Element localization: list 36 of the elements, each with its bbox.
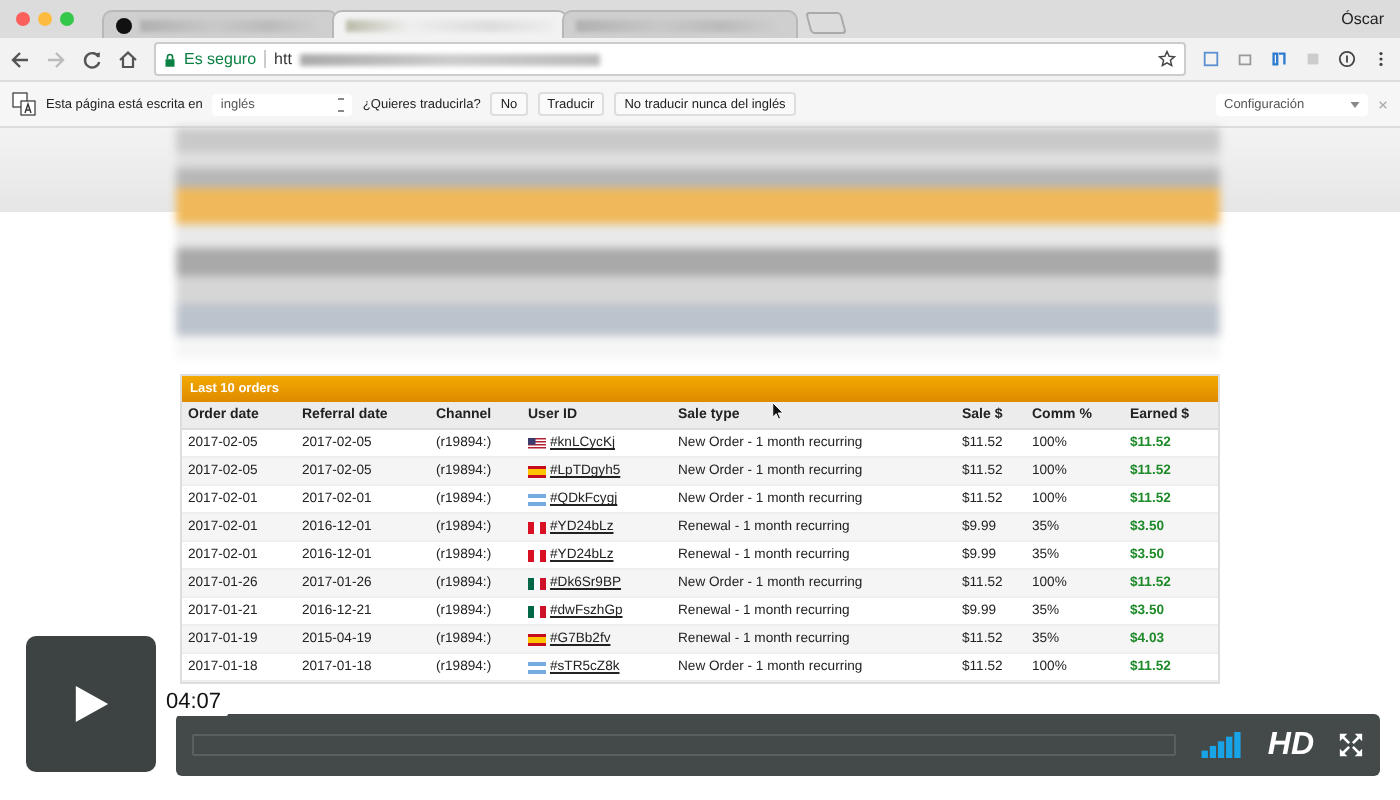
flag-icon <box>528 577 546 589</box>
zoom-window-icon[interactable] <box>60 12 74 26</box>
info-icon[interactable] <box>1338 50 1356 68</box>
profile-name[interactable]: Óscar <box>1341 10 1400 38</box>
browser-tab[interactable] <box>102 10 338 38</box>
fullscreen-icon[interactable] <box>1338 732 1364 758</box>
mouse-cursor-icon <box>772 402 784 420</box>
flag-icon <box>528 521 546 533</box>
play-icon <box>73 684 109 724</box>
play-button[interactable] <box>26 636 156 772</box>
lock-icon <box>164 51 176 67</box>
flag-icon <box>528 437 546 449</box>
home-icon[interactable] <box>118 49 138 69</box>
favicon-icon <box>116 17 132 33</box>
close-icon[interactable] <box>1378 99 1388 109</box>
url-text: htt <box>274 50 292 68</box>
security-label: Es seguro <box>184 50 257 68</box>
flag-icon <box>528 633 546 645</box>
caret-icon <box>1350 101 1360 107</box>
address-bar[interactable]: Es seguro htt <box>154 42 1186 76</box>
flag-icon <box>528 465 546 477</box>
signal-bars-icon <box>1199 732 1244 758</box>
translate-icon <box>12 92 36 116</box>
reload-icon[interactable] <box>82 49 102 69</box>
flag-icon <box>528 493 546 505</box>
new-tab-button[interactable] <box>805 12 847 34</box>
flag-icon <box>528 661 546 673</box>
time-tooltip: 04:07 <box>160 688 228 716</box>
hd-toggle[interactable]: HD <box>1267 727 1314 763</box>
back-icon[interactable] <box>10 49 30 69</box>
forward-icon[interactable] <box>46 49 66 69</box>
extension-icon[interactable] <box>1270 50 1288 68</box>
flag-icon <box>528 605 546 617</box>
close-window-icon[interactable] <box>16 12 30 26</box>
star-icon[interactable] <box>1158 50 1176 68</box>
flag-icon <box>528 549 546 561</box>
